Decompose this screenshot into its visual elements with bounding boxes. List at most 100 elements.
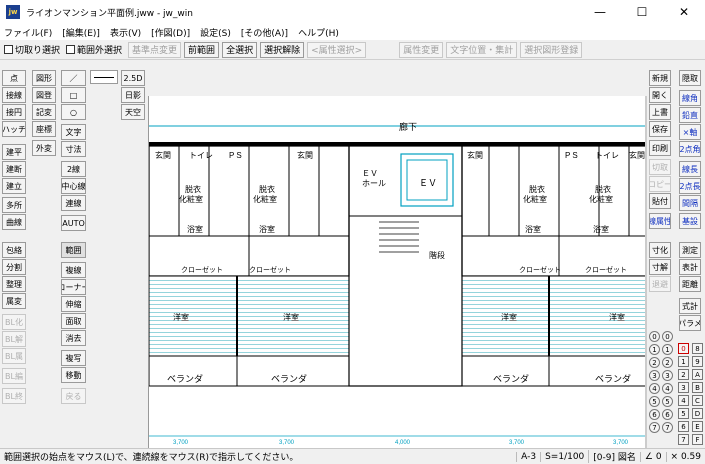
layer-group-5[interactable]: 5	[649, 396, 660, 407]
layer-group-0[interactable]: 0	[649, 331, 660, 342]
layer-a-circle-0[interactable]: 0	[662, 331, 673, 342]
right-col2-button-4[interactable]: 2点角	[679, 141, 701, 157]
right-col2-button-13[interactable]: パラメ	[679, 315, 701, 331]
layer-b-2[interactable]: A	[692, 369, 703, 380]
close-button[interactable]: ✕	[663, 0, 705, 24]
left-col1-button-5[interactable]: 建断	[2, 161, 26, 177]
select-all-button[interactable]: 全選択	[222, 41, 258, 58]
status-layer-range[interactable]: [0-9] 図名	[588, 450, 640, 463]
right-col2-button-1[interactable]: 線角	[679, 90, 701, 106]
menu-settings[interactable]: 設定(S)	[200, 26, 231, 39]
right-col1-button-2[interactable]: 上書	[649, 104, 671, 120]
view-2-5d-button[interactable]: 2.5D	[121, 70, 145, 86]
right-col2-button-10[interactable]: 表計	[679, 259, 701, 275]
left-col3-button-10[interactable]: 複線	[61, 262, 86, 278]
left-col1-button-4[interactable]: 建平	[2, 144, 26, 160]
right-col2-button-12[interactable]: 式計	[679, 298, 701, 314]
right-col2-button-8[interactable]: 基設	[679, 213, 701, 229]
right-col1-button-5[interactable]: 切取	[649, 159, 671, 175]
right-col2-button-9[interactable]: 測定	[679, 242, 701, 258]
left-col3-button-6[interactable]: 中心線	[61, 178, 86, 194]
line-style-indicator[interactable]	[90, 70, 118, 84]
status-layer[interactable]: A-3	[516, 451, 540, 462]
left-col3-button-16[interactable]: 移動	[61, 367, 86, 383]
menu-file[interactable]: ファイル(F)	[4, 26, 52, 39]
clear-selection-button[interactable]: 選択解除	[260, 41, 305, 58]
left-col2-button-0[interactable]: 図形	[32, 70, 56, 86]
layer-a-circle-2[interactable]: 2	[662, 357, 673, 368]
left-col3-button-9[interactable]: 範囲	[61, 242, 86, 258]
left-col1-button-12[interactable]: 属変	[2, 293, 26, 309]
right-col1-button-3[interactable]: 保存	[649, 121, 671, 137]
left-col1-button-0[interactable]: 点	[2, 70, 26, 86]
layer-a-7[interactable]: 7	[678, 434, 689, 445]
right-col2-button-0[interactable]: 隠取	[679, 70, 701, 86]
left-col1-button-3[interactable]: ハッチ	[2, 121, 26, 137]
left-col1-button-1[interactable]: 接線	[2, 87, 26, 103]
minimize-button[interactable]: —	[579, 0, 621, 24]
right-col2-button-7[interactable]: 間隔	[679, 195, 701, 211]
left-col2-button-3[interactable]: 座標	[32, 121, 56, 137]
left-col2-button-4[interactable]: 外変	[32, 140, 56, 156]
left-col3-button-14[interactable]: 消去	[61, 330, 86, 346]
layer-a-circle-5[interactable]: 5	[662, 396, 673, 407]
layer-group-7[interactable]: 7	[649, 422, 660, 433]
right-col1-button-10[interactable]: 寸解	[649, 259, 671, 275]
menu-view[interactable]: 表示(V)	[110, 26, 141, 39]
right-col1-button-4[interactable]: 印刷	[649, 140, 671, 156]
layer-b-0[interactable]: 8	[692, 343, 703, 354]
left-col3-button-15[interactable]: 複写	[61, 350, 86, 366]
text-position-button[interactable]: 文字位置・集計	[446, 41, 518, 58]
previous-range-button[interactable]: 前範囲	[184, 41, 220, 58]
right-col2-button-11[interactable]: 距離	[679, 276, 701, 292]
status-scale[interactable]: S=1/100	[540, 451, 588, 462]
right-col1-button-9[interactable]: 寸化	[649, 242, 671, 258]
left-col3-button-2[interactable]: ○	[61, 104, 86, 120]
outside-select-checkbox[interactable]: 範囲外選択	[66, 43, 122, 56]
left-col1-button-6[interactable]: 建立	[2, 178, 26, 194]
layer-b-6[interactable]: E	[692, 421, 703, 432]
left-col3-button-1[interactable]: □	[61, 87, 86, 103]
right-col1-button-6[interactable]: コピー	[649, 176, 671, 192]
left-col1-button-10[interactable]: 分割	[2, 259, 26, 275]
left-col3-button-5[interactable]: 2線	[61, 161, 86, 177]
drawing-canvas[interactable]: 廊下 ＥＶホール ＥＶ 階段 玄関 トイレ P S 玄関 脱衣 化粧室 脱衣 化…	[148, 96, 645, 448]
left-col1-button-8[interactable]: 曲線	[2, 214, 26, 230]
layer-a-circle-1[interactable]: 1	[662, 344, 673, 355]
left-col3-button-4[interactable]: 寸法	[61, 141, 86, 157]
layer-a-circle-4[interactable]: 4	[662, 383, 673, 394]
right-col2-button-2[interactable]: 鉛直	[679, 107, 701, 123]
layer-a-circle-6[interactable]: 6	[662, 409, 673, 420]
maximize-button[interactable]: ☐	[621, 0, 663, 24]
left-col1-button-11[interactable]: 整理	[2, 276, 26, 292]
attribute-change-button[interactable]: 属性変更	[399, 41, 444, 58]
sky-button[interactable]: 天空	[121, 104, 145, 120]
layer-b-5[interactable]: D	[692, 408, 703, 419]
menu-help[interactable]: ヘルプ(H)	[298, 26, 339, 39]
menu-edit[interactable]: [編集(E)]	[62, 26, 100, 39]
layer-group-6[interactable]: 6	[649, 409, 660, 420]
left-col3-button-13[interactable]: 面取	[61, 313, 86, 329]
layer-group-1[interactable]: 1	[649, 344, 660, 355]
left-col3-button-17[interactable]: 戻る	[61, 388, 86, 404]
status-zoom[interactable]: × 0.59	[665, 451, 705, 462]
left-col3-button-11[interactable]: コーナー	[61, 279, 86, 295]
left-col3-button-0[interactable]: ／	[61, 70, 86, 86]
left-col1-button-9[interactable]: 包絡	[2, 242, 26, 258]
layer-b-7[interactable]: F	[692, 434, 703, 445]
layer-b-1[interactable]: 9	[692, 356, 703, 367]
right-col2-button-3[interactable]: ×軸	[679, 124, 701, 140]
right-col1-button-8[interactable]: 線属性	[649, 213, 671, 229]
left-col1-button-7[interactable]: 多所	[2, 197, 26, 213]
layer-b-3[interactable]: B	[692, 382, 703, 393]
right-col1-button-0[interactable]: 新規	[649, 70, 671, 86]
left-col3-button-12[interactable]: 伸縮	[61, 296, 86, 312]
left-col1-button-2[interactable]: 接円	[2, 104, 26, 120]
layer-a-3[interactable]: 3	[678, 382, 689, 393]
left-col1-button-14[interactable]: BL解	[2, 331, 26, 347]
right-col1-button-1[interactable]: 開く	[649, 87, 671, 103]
right-col2-button-6[interactable]: 2点長	[679, 178, 701, 194]
layer-a-circle-7[interactable]: 7	[662, 422, 673, 433]
right-col1-button-11[interactable]: 退避	[649, 276, 671, 292]
left-col1-button-17[interactable]: BL終	[2, 388, 26, 404]
